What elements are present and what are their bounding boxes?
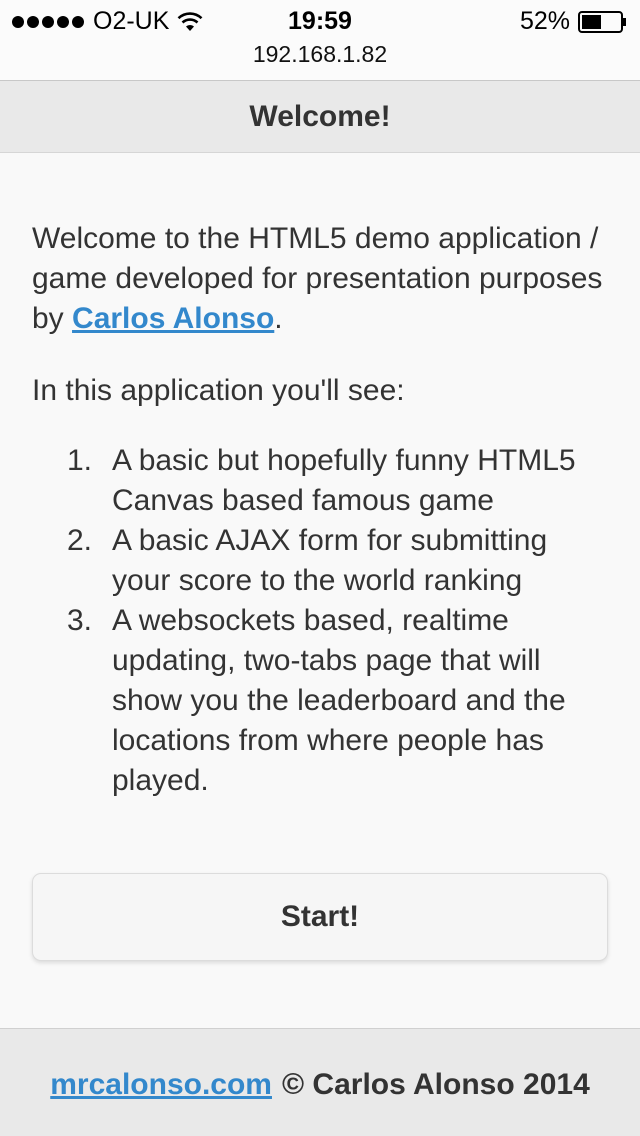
page-header: Welcome! xyxy=(0,80,640,153)
list-intro: In this application you'll see: xyxy=(32,374,405,407)
page-title: Welcome! xyxy=(249,100,391,133)
status-bar: O2-UK 19:59 52% xyxy=(0,0,640,40)
intro-end: . xyxy=(274,302,283,335)
status-right: 52% xyxy=(520,7,628,36)
battery-icon xyxy=(578,10,626,33)
list-item: 2. A basic AJAX form for submitting your… xyxy=(32,521,612,601)
copyright-text: © Carlos Alonso 2014 xyxy=(281,1067,590,1101)
intro-paragraph: Welcome to the HTML5 demo application / … xyxy=(32,219,612,339)
list-item: 3. A websockets based, realtime updating… xyxy=(32,601,612,801)
start-button[interactable]: Start! xyxy=(32,873,608,961)
battery-percent: 52% xyxy=(519,7,570,35)
main-content: Welcome to the HTML5 demo application / … xyxy=(32,219,612,801)
list-item-text: A basic AJAX form for submitting your sc… xyxy=(112,524,548,597)
url-text: 192.168.1.82 xyxy=(252,41,388,67)
page-footer: mrcalonso.com © Carlos Alonso 2014 xyxy=(0,1028,640,1136)
list-item: 1. A basic but hopefully funny HTML5 Can… xyxy=(32,441,612,521)
list-item-number: 3. xyxy=(66,604,92,637)
feature-list: 1. A basic but hopefully funny HTML5 Can… xyxy=(32,441,612,801)
address-bar[interactable]: 192.168.1.82 xyxy=(0,40,640,80)
author-link[interactable]: Carlos Alonso xyxy=(72,302,274,335)
list-item-number: 1. xyxy=(66,444,92,477)
list-item-text: A basic but hopefully funny HTML5 Canvas… xyxy=(112,444,576,517)
site-link[interactable]: mrcalonso.com xyxy=(50,1068,272,1102)
list-item-number: 2. xyxy=(66,524,92,557)
list-item-text: A websockets based, realtime updating, t… xyxy=(112,604,566,797)
